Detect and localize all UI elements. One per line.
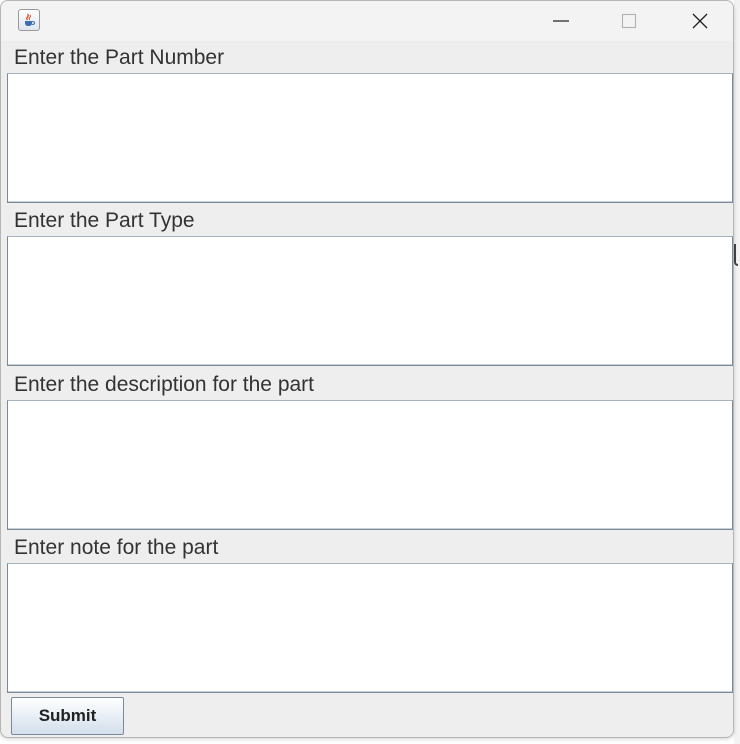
- close-icon: [692, 13, 708, 29]
- minimize-icon: [553, 20, 569, 22]
- maximize-button[interactable]: [606, 1, 652, 41]
- submit-button[interactable]: Submit: [11, 697, 124, 735]
- part-number-label: Enter the Part Number: [14, 46, 225, 69]
- part-type-input[interactable]: [7, 236, 733, 366]
- part-type-label-row: Enter the Part Type: [7, 206, 733, 236]
- minimize-button[interactable]: [538, 1, 584, 41]
- part-number-input[interactable]: [7, 73, 733, 203]
- description-label-row: Enter the description for the part: [7, 370, 733, 400]
- title-bar[interactable]: [1, 1, 733, 41]
- background-window-fragment: [734, 244, 738, 266]
- app-window: Enter the Part Number Enter the Part Typ…: [0, 0, 734, 738]
- note-label: Enter note for the part: [14, 536, 219, 559]
- description-input[interactable]: [7, 400, 733, 530]
- maximize-icon: [621, 13, 637, 29]
- java-coffee-cup-icon[interactable]: [18, 9, 40, 31]
- note-input[interactable]: [7, 563, 733, 693]
- part-number-label-row: Enter the Part Number: [7, 43, 733, 73]
- description-label: Enter the description for the part: [14, 373, 314, 396]
- part-type-label: Enter the Part Type: [14, 209, 195, 232]
- close-button[interactable]: [677, 1, 723, 41]
- note-label-row: Enter note for the part: [7, 533, 733, 563]
- background-desktop-edge: [734, 0, 740, 744]
